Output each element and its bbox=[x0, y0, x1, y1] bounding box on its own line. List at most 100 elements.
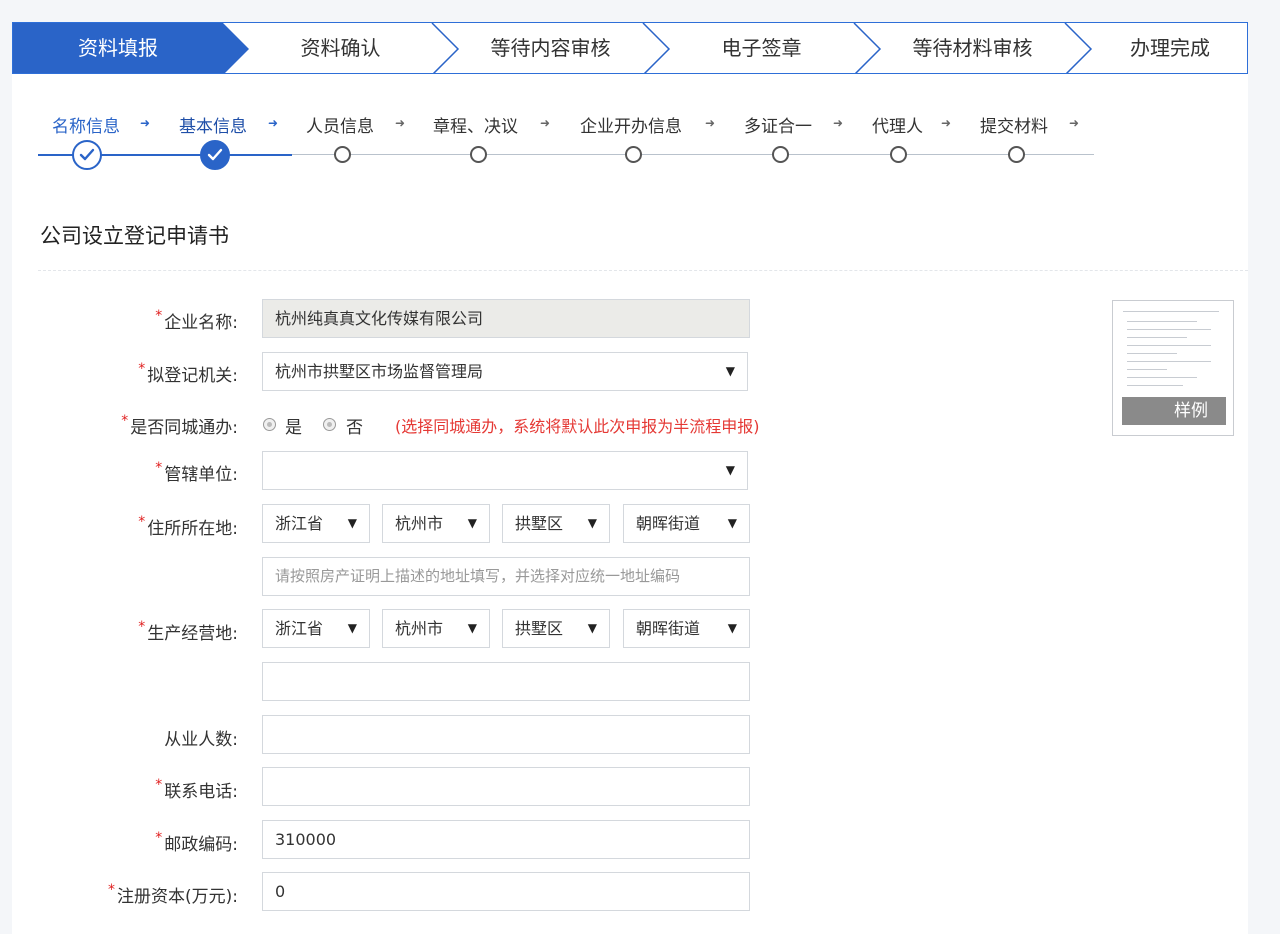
capital-label: * 注册资本(万元): bbox=[52, 882, 238, 907]
doc-line bbox=[1127, 329, 1211, 330]
business-address-input[interactable] bbox=[262, 662, 750, 701]
same-city-label-text: 是否同城通办: bbox=[130, 418, 238, 438]
doc-line bbox=[1127, 369, 1167, 370]
registration-authority-label: * 拟登记机关: bbox=[52, 361, 238, 386]
residence-city-value: 杭州市 bbox=[395, 514, 444, 533]
sub-step-multi-cert[interactable]: 多证合一 bbox=[744, 112, 812, 137]
caret-down-icon: ▼ bbox=[587, 621, 597, 635]
process-divider-1 bbox=[431, 23, 460, 73]
arrow-right-icon: ➜ bbox=[540, 116, 551, 130]
caret-down-icon: ▼ bbox=[467, 621, 477, 635]
caret-down-icon: ▼ bbox=[467, 516, 477, 530]
caret-down-icon: ▼ bbox=[587, 516, 597, 530]
residence-address-input[interactable]: 请按照房产证明上描述的地址填写，并选择对应统一地址编码 bbox=[262, 557, 750, 596]
process-step-confirm: 资料确认 bbox=[300, 36, 381, 60]
same-city-hint: (选择同城通办，系统将默认此次申报为半流程申报) bbox=[395, 417, 760, 436]
registration-authority-value: 杭州市拱墅区市场监督管理局 bbox=[275, 362, 484, 381]
sub-step-submit[interactable]: 提交材料 bbox=[980, 112, 1048, 137]
residence-district-select[interactable]: 拱墅区 ▼ bbox=[502, 504, 610, 543]
required-mark: * bbox=[138, 361, 146, 377]
required-mark: * bbox=[138, 514, 146, 530]
step-node-icon bbox=[1008, 146, 1025, 163]
employees-input[interactable] bbox=[262, 715, 750, 754]
form-title: 公司设立登记申请书 bbox=[40, 224, 229, 248]
radio-yes-label[interactable]: 是 bbox=[285, 413, 302, 438]
residence-province-value: 浙江省 bbox=[275, 514, 324, 533]
process-divider-2 bbox=[642, 23, 671, 73]
doc-line bbox=[1123, 311, 1219, 312]
step-node-icon bbox=[890, 146, 907, 163]
caret-down-icon: ▼ bbox=[727, 621, 737, 635]
required-mark: * bbox=[108, 882, 115, 898]
registration-authority-select[interactable]: 杭州市拱墅区市场监督管理局 ▼ bbox=[262, 352, 748, 391]
step-node-icon bbox=[470, 146, 487, 163]
business-province-value: 浙江省 bbox=[275, 619, 324, 638]
residence-label-text: 住所所在地: bbox=[147, 519, 238, 539]
doc-line bbox=[1127, 361, 1211, 362]
sub-step-name-info[interactable]: 名称信息 bbox=[52, 112, 120, 137]
business-city-value: 杭州市 bbox=[395, 619, 444, 638]
business-province-select[interactable]: 浙江省 ▼ bbox=[262, 609, 370, 648]
arrow-right-icon: ➜ bbox=[140, 116, 151, 130]
sub-step-basic-info[interactable]: 基本信息 bbox=[179, 112, 247, 137]
required-mark: * bbox=[121, 413, 129, 429]
same-city-label: * 是否同城通办: bbox=[52, 413, 238, 438]
check-circle-icon bbox=[72, 140, 102, 170]
process-step-content-review: 等待内容审核 bbox=[490, 36, 611, 60]
radio-yes[interactable] bbox=[263, 418, 276, 431]
doc-line bbox=[1127, 377, 1197, 378]
doc-line bbox=[1127, 353, 1177, 354]
postal-code-input[interactable]: 310000 bbox=[262, 820, 750, 859]
arrow-right-icon: ➜ bbox=[941, 116, 952, 130]
process-divider-4 bbox=[1064, 23, 1093, 73]
business-street-select[interactable]: 朝晖街道 ▼ bbox=[623, 609, 750, 648]
radio-no[interactable] bbox=[323, 418, 336, 431]
phone-input[interactable] bbox=[262, 767, 750, 806]
sub-step-personnel-info[interactable]: 人员信息 bbox=[306, 112, 374, 137]
caret-down-icon: ▼ bbox=[727, 516, 737, 530]
caret-down-icon: ▼ bbox=[725, 463, 735, 477]
arrow-right-icon: ➜ bbox=[268, 116, 279, 130]
sub-steps: 名称信息 ➜ 基本信息 ➜ 人员信息 ➜ 章程、决议 ➜ 企业开办信息 ➜ 多证… bbox=[12, 74, 1248, 184]
phone-label: * 联系电话: bbox=[52, 777, 238, 802]
registration-authority-label-text: 拟登记机关: bbox=[147, 366, 238, 386]
required-mark: * bbox=[155, 460, 163, 476]
arrow-right-icon: ➜ bbox=[705, 116, 716, 130]
postal-code-label: * 邮政编码: bbox=[52, 830, 238, 855]
business-city-select[interactable]: 杭州市 ▼ bbox=[382, 609, 490, 648]
doc-line bbox=[1127, 337, 1187, 338]
phone-label-text: 联系电话: bbox=[164, 782, 238, 802]
capital-label-text: 注册资本(万元): bbox=[117, 887, 238, 907]
company-name-field: 杭州纯真真文化传媒有限公司 bbox=[262, 299, 750, 338]
capital-input[interactable]: 0 bbox=[262, 872, 750, 911]
sample-badge: 样例 bbox=[1122, 397, 1226, 425]
sample-thumbnail[interactable]: 样例 bbox=[1112, 300, 1234, 436]
doc-line bbox=[1127, 345, 1211, 346]
company-name-label-text: 企业名称: bbox=[164, 313, 238, 333]
process-step-e-sign: 电子签章 bbox=[721, 36, 802, 60]
process-divider-3 bbox=[853, 23, 882, 73]
doc-line bbox=[1127, 385, 1183, 386]
doc-line bbox=[1127, 321, 1197, 322]
required-mark: * bbox=[155, 308, 163, 324]
business-place-label-text: 生产经营地: bbox=[147, 624, 238, 644]
residence-province-select[interactable]: 浙江省 ▼ bbox=[262, 504, 370, 543]
radio-no-label[interactable]: 否 bbox=[346, 413, 363, 438]
process-step-fill: 资料填报 bbox=[78, 36, 158, 60]
residence-city-select[interactable]: 杭州市 ▼ bbox=[382, 504, 490, 543]
business-district-value: 拱墅区 bbox=[515, 619, 564, 638]
step-node-icon bbox=[772, 146, 789, 163]
residence-street-select[interactable]: 朝晖街道 ▼ bbox=[623, 504, 750, 543]
jurisdiction-select[interactable]: ▼ bbox=[262, 451, 748, 490]
jurisdiction-label-text: 管辖单位: bbox=[164, 465, 238, 485]
sub-step-agent[interactable]: 代理人 bbox=[872, 112, 923, 137]
residence-district-value: 拱墅区 bbox=[515, 514, 564, 533]
required-mark: * bbox=[138, 619, 146, 635]
sub-step-articles[interactable]: 章程、决议 bbox=[433, 112, 518, 137]
required-mark: * bbox=[155, 830, 163, 846]
business-district-select[interactable]: 拱墅区 ▼ bbox=[502, 609, 610, 648]
residence-label: * 住所所在地: bbox=[52, 514, 238, 539]
check-circle-filled-icon bbox=[200, 140, 230, 170]
sub-step-enterprise-info[interactable]: 企业开办信息 bbox=[580, 112, 682, 137]
arrow-right-icon: ➜ bbox=[833, 116, 844, 130]
